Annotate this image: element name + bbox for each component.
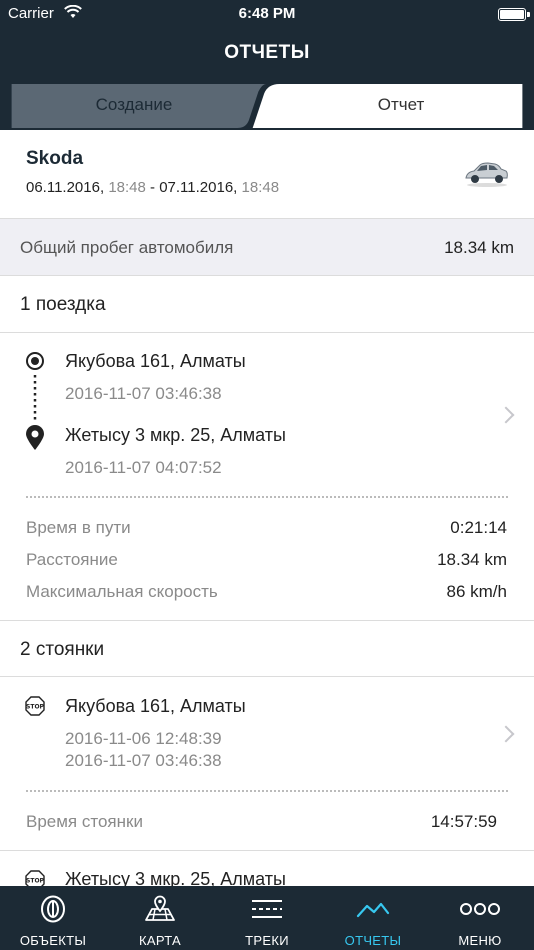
segment-create[interactable]: Создание — [0, 95, 268, 115]
navigation-header: Carrier 6:48 PM ОТЧЕТЫ — [0, 0, 534, 84]
trip-end-pin-icon — [26, 425, 44, 450]
stop-sign-text: STOP — [26, 704, 45, 711]
objects-icon — [0, 894, 106, 924]
trips-section-header: 1 поездка — [0, 276, 534, 333]
report-period: 06.11.2016, 18:48 - 07.11.2016, 18:48 — [26, 179, 279, 196]
period-separator: - — [150, 179, 156, 196]
stop-duration-value: 14:57:59 — [430, 812, 497, 831]
trip-divider — [26, 496, 508, 498]
stops-section-title: 2 стоянки — [20, 639, 105, 660]
trip-start-icon — [26, 352, 44, 370]
trip-max-speed-value: 86 km/h — [446, 582, 507, 601]
stop-card[interactable]: STOP Якубова 161, Алматы 2016-11-06 12:4… — [0, 677, 534, 851]
stop-divider — [26, 790, 508, 792]
route-dotted-line — [33, 375, 37, 421]
trip-distance-label: Расстояние — [26, 550, 118, 569]
stop-from-time: 2016-11-06 12:48:39 — [65, 729, 222, 748]
battery-icon — [498, 8, 530, 21]
stop-duration-label: Время стоянки — [26, 812, 143, 831]
tab-menu[interactable]: МЕНЮ — [427, 886, 533, 950]
period-from-date: 06.11.2016, — [26, 179, 105, 196]
period-from-time: 18:48 — [108, 179, 146, 196]
trip-card[interactable]: Якубова 161, Алматы 2016-11-07 03:46:38 … — [0, 333, 534, 621]
tab-objects-label: ОБЪЕКТЫ — [19, 933, 87, 948]
trip-duration-value: 0:21:14 — [450, 518, 507, 537]
stop-sign-icon: STOP — [25, 696, 45, 716]
status-time: 6:48 PM — [238, 5, 296, 22]
chevron-right-icon[interactable] — [497, 406, 515, 424]
trip-max-speed-label: Максимальная скорость — [26, 582, 218, 601]
tab-reports-label: ОТЧЕТЫ — [344, 933, 402, 948]
trip-distance-value: 18.34 km — [437, 550, 507, 569]
trip-end-place: Жетысу 3 мкр. 25, Алматы — [65, 425, 286, 445]
tracks-icon — [214, 894, 320, 924]
page-title: ОТЧЕТЫ — [224, 42, 310, 63]
period-to-date: 07.11.2016, — [159, 179, 238, 196]
trip-start-time: 2016-11-07 03:46:38 — [65, 384, 222, 403]
vehicle-name: Skoda — [26, 148, 84, 169]
tab-tracks[interactable]: ТРЕКИ — [214, 886, 320, 950]
stops-section-header: 2 стоянки — [0, 621, 534, 677]
total-mileage-value: 18.34 km — [444, 238, 514, 257]
tab-menu-label: МЕНЮ — [458, 933, 502, 948]
total-mileage-row: Общий пробег автомобиля 18.34 km — [0, 219, 534, 276]
tab-bar: ОБЪЕКТЫ КАРТА ТРЕКИ ОТЧЕТЫ МЕНЮ — [0, 886, 534, 950]
trip-end-time: 2016-11-07 04:07:52 — [65, 458, 222, 477]
vehicle-card: Skoda 06.11.2016, 18:48 - 07.11.2016, 18… — [0, 130, 534, 219]
tab-map-label: КАРТА — [138, 933, 181, 948]
stop-card-partial[interactable]: STOP Жетысу 3 мкр. 25, Алматы — [0, 851, 534, 891]
reports-icon — [320, 894, 426, 924]
total-mileage-label: Общий пробег автомобиля — [20, 238, 234, 257]
tab-tracks-label: ТРЕКИ — [245, 933, 289, 948]
trip-start-place: Якубова 161, Алматы — [65, 351, 246, 371]
trip-duration-label: Время в пути — [26, 518, 131, 537]
tab-objects[interactable]: ОБЪЕКТЫ — [0, 886, 106, 950]
stop-to-time: 2016-11-07 03:46:38 — [65, 751, 222, 770]
chevron-right-icon[interactable] — [497, 725, 515, 743]
tab-reports[interactable]: ОТЧЕТЫ — [320, 886, 426, 950]
segmented-control: Создание Отчет — [0, 84, 534, 130]
stop-sign-text: STOP — [26, 878, 45, 885]
period-to-time: 18:48 — [241, 179, 280, 196]
trips-section-title: 1 поездка — [20, 294, 106, 315]
stop-place: Якубова 161, Алматы — [65, 696, 246, 716]
menu-dots-icon — [427, 894, 533, 924]
segment-report[interactable]: Отчет — [268, 95, 534, 115]
car-icon — [465, 162, 508, 187]
map-icon — [107, 894, 213, 924]
status-bar: Carrier 6:48 PM — [0, 0, 534, 28]
tab-map[interactable]: КАРТА — [107, 886, 213, 950]
